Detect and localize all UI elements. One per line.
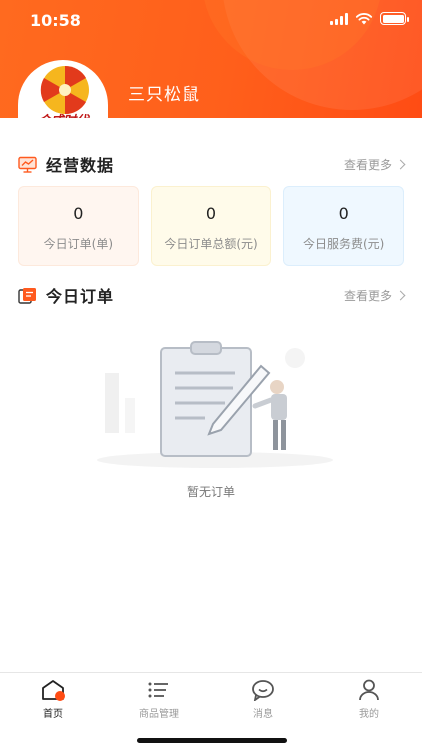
empty-orders-illustration bbox=[97, 341, 333, 468]
stat-today-orders[interactable]: 0 今日订单(单) bbox=[18, 186, 139, 266]
message-icon bbox=[252, 680, 274, 701]
stat-value: 0 bbox=[205, 204, 217, 223]
brand-logo-text: 合成时代 bbox=[22, 110, 104, 118]
user-name: 三只松鼠 bbox=[128, 85, 200, 105]
stat-label: 今日服务费(元) bbox=[302, 237, 385, 251]
stat-label: 今日订单总额(元) bbox=[164, 237, 258, 251]
business-stats: 0 今日订单(单) 0 今日订单总额(元) 0 今日服务费(元) bbox=[18, 186, 405, 266]
business-section-header: 经营数据 查看更多 bbox=[18, 152, 406, 176]
tab-label: 商品管理 bbox=[139, 709, 179, 720]
chevron-right-icon bbox=[395, 290, 406, 301]
cellular-signal-icon bbox=[330, 12, 348, 25]
tab-messages[interactable]: 消息 bbox=[233, 679, 293, 720]
chevron-right-icon bbox=[395, 159, 406, 170]
tab-me[interactable]: 我的 bbox=[339, 679, 399, 720]
profile-header: 10:58 合成时代 三只松鼠 bbox=[0, 0, 422, 118]
more-label: 查看更多 bbox=[343, 289, 392, 303]
tab-label: 首页 bbox=[43, 709, 63, 720]
battery-icon bbox=[380, 12, 409, 25]
business-section-title: 经营数据 bbox=[46, 156, 115, 175]
user-icon bbox=[359, 679, 379, 701]
tab-home[interactable]: 首页 bbox=[23, 679, 83, 720]
stat-today-order-total[interactable]: 0 今日订单总额(元) bbox=[150, 186, 272, 266]
stat-value: 0 bbox=[73, 204, 84, 223]
orders-section-header: 今日订单 查看更多 bbox=[18, 283, 406, 307]
avatar[interactable]: 合成时代 bbox=[18, 60, 108, 118]
home-indicator bbox=[137, 738, 287, 743]
stat-value: 0 bbox=[338, 204, 349, 223]
status-icons bbox=[330, 12, 409, 25]
wifi-icon bbox=[355, 13, 373, 25]
orders-folder-icon bbox=[18, 287, 36, 304]
stat-label: 今日订单(单) bbox=[43, 237, 114, 251]
stat-today-service-fee[interactable]: 0 今日服务费(元) bbox=[283, 186, 405, 266]
business-more-link[interactable]: 查看更多 bbox=[343, 156, 406, 173]
tab-label: 消息 bbox=[253, 709, 273, 720]
orders-section-title: 今日订单 bbox=[46, 287, 115, 306]
business-chart-icon bbox=[18, 156, 37, 173]
orders-more-link[interactable]: 查看更多 bbox=[343, 287, 406, 304]
more-label: 查看更多 bbox=[343, 158, 392, 172]
empty-orders-text: 暂无订单 bbox=[186, 485, 235, 499]
tab-product-management[interactable]: 商品管理 bbox=[129, 679, 189, 720]
main-content: 经营数据 查看更多 0 今日订单(单) 0 今日订单总额(元) 0 今日服务费(… bbox=[0, 118, 422, 674]
home-icon bbox=[42, 680, 65, 701]
status-time: 10:58 bbox=[30, 11, 81, 30]
tab-label: 我的 bbox=[359, 709, 379, 720]
list-icon bbox=[148, 682, 168, 698]
